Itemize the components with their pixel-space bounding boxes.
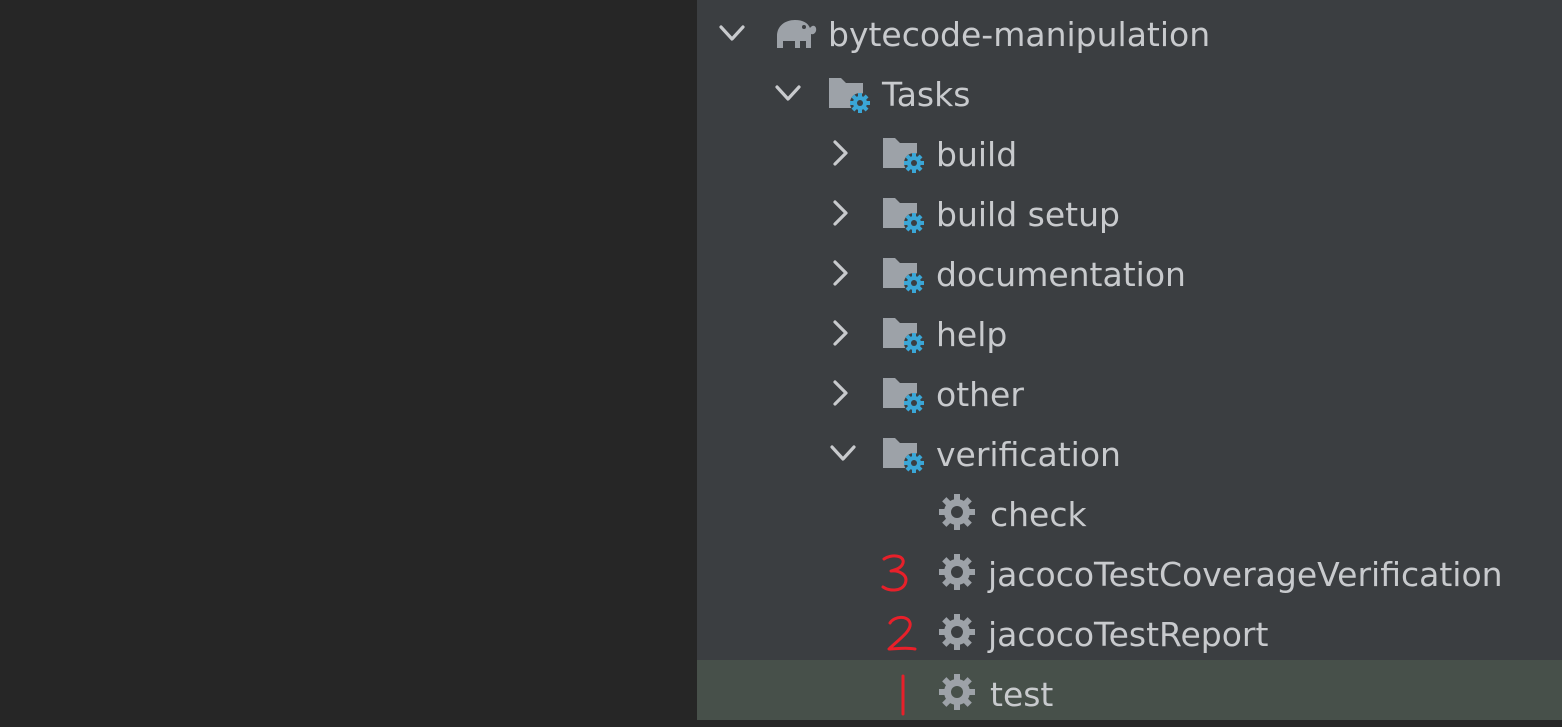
task-label: check	[990, 495, 1087, 534]
gradle-tool-window: bytecode-manipulation Tasks build build …	[697, 0, 1562, 720]
gear-icon	[937, 492, 985, 532]
tree-row-task[interactable]: check	[697, 483, 1562, 543]
folder-gear-icon	[827, 74, 875, 114]
gear-icon	[937, 672, 985, 712]
task-label: jacocoTestCoverageVerification	[988, 555, 1503, 594]
tree-row-group[interactable]: verification	[697, 423, 1562, 483]
editor-area	[0, 0, 697, 720]
tree-row-group[interactable]: documentation	[697, 243, 1562, 303]
project-name: bytecode-manipulation	[828, 15, 1211, 54]
chevron-right-icon[interactable]	[825, 138, 855, 168]
tree-row-group[interactable]: build setup	[697, 183, 1562, 243]
chevron-right-icon[interactable]	[825, 378, 855, 408]
folder-gear-icon	[881, 254, 929, 294]
task-label: jacocoTestReport	[988, 615, 1269, 654]
folder-gear-icon	[881, 374, 929, 414]
folder-gear-icon	[881, 434, 929, 474]
annotation-number-3	[881, 553, 911, 599]
group-label: other	[936, 375, 1024, 414]
tree-row-tasks[interactable]: Tasks	[697, 63, 1562, 123]
tree-row-group[interactable]: other	[697, 363, 1562, 423]
tree-row-task-selected[interactable]: test	[697, 660, 1562, 720]
gear-icon	[937, 552, 985, 592]
group-label: build setup	[936, 195, 1120, 234]
group-label: build	[936, 135, 1018, 174]
chevron-right-icon[interactable]	[825, 198, 855, 228]
chevron-down-icon[interactable]	[773, 78, 803, 108]
tree-row-task[interactable]: jacocoTestCoverageVerification	[697, 543, 1562, 603]
gradle-elephant-icon	[771, 14, 819, 54]
tree-row-group[interactable]: build	[697, 123, 1562, 183]
group-label: verification	[936, 435, 1121, 474]
task-label: test	[990, 675, 1054, 714]
folder-gear-icon	[881, 314, 929, 354]
annotation-number-2	[886, 614, 918, 658]
group-label: documentation	[936, 255, 1186, 294]
tasks-label: Tasks	[882, 75, 971, 114]
chevron-down-icon[interactable]	[717, 18, 747, 48]
tree-row-project[interactable]: bytecode-manipulation	[697, 3, 1562, 63]
chevron-down-icon[interactable]	[828, 438, 858, 468]
folder-gear-icon	[881, 134, 929, 174]
tree-row-task[interactable]: jacocoTestReport	[697, 603, 1562, 663]
group-label: help	[936, 315, 1008, 354]
annotation-number-1	[897, 673, 909, 721]
chevron-right-icon[interactable]	[825, 258, 855, 288]
tree-row-group[interactable]: help	[697, 303, 1562, 363]
chevron-right-icon[interactable]	[825, 318, 855, 348]
folder-gear-icon	[881, 194, 929, 234]
gear-icon	[937, 612, 985, 652]
